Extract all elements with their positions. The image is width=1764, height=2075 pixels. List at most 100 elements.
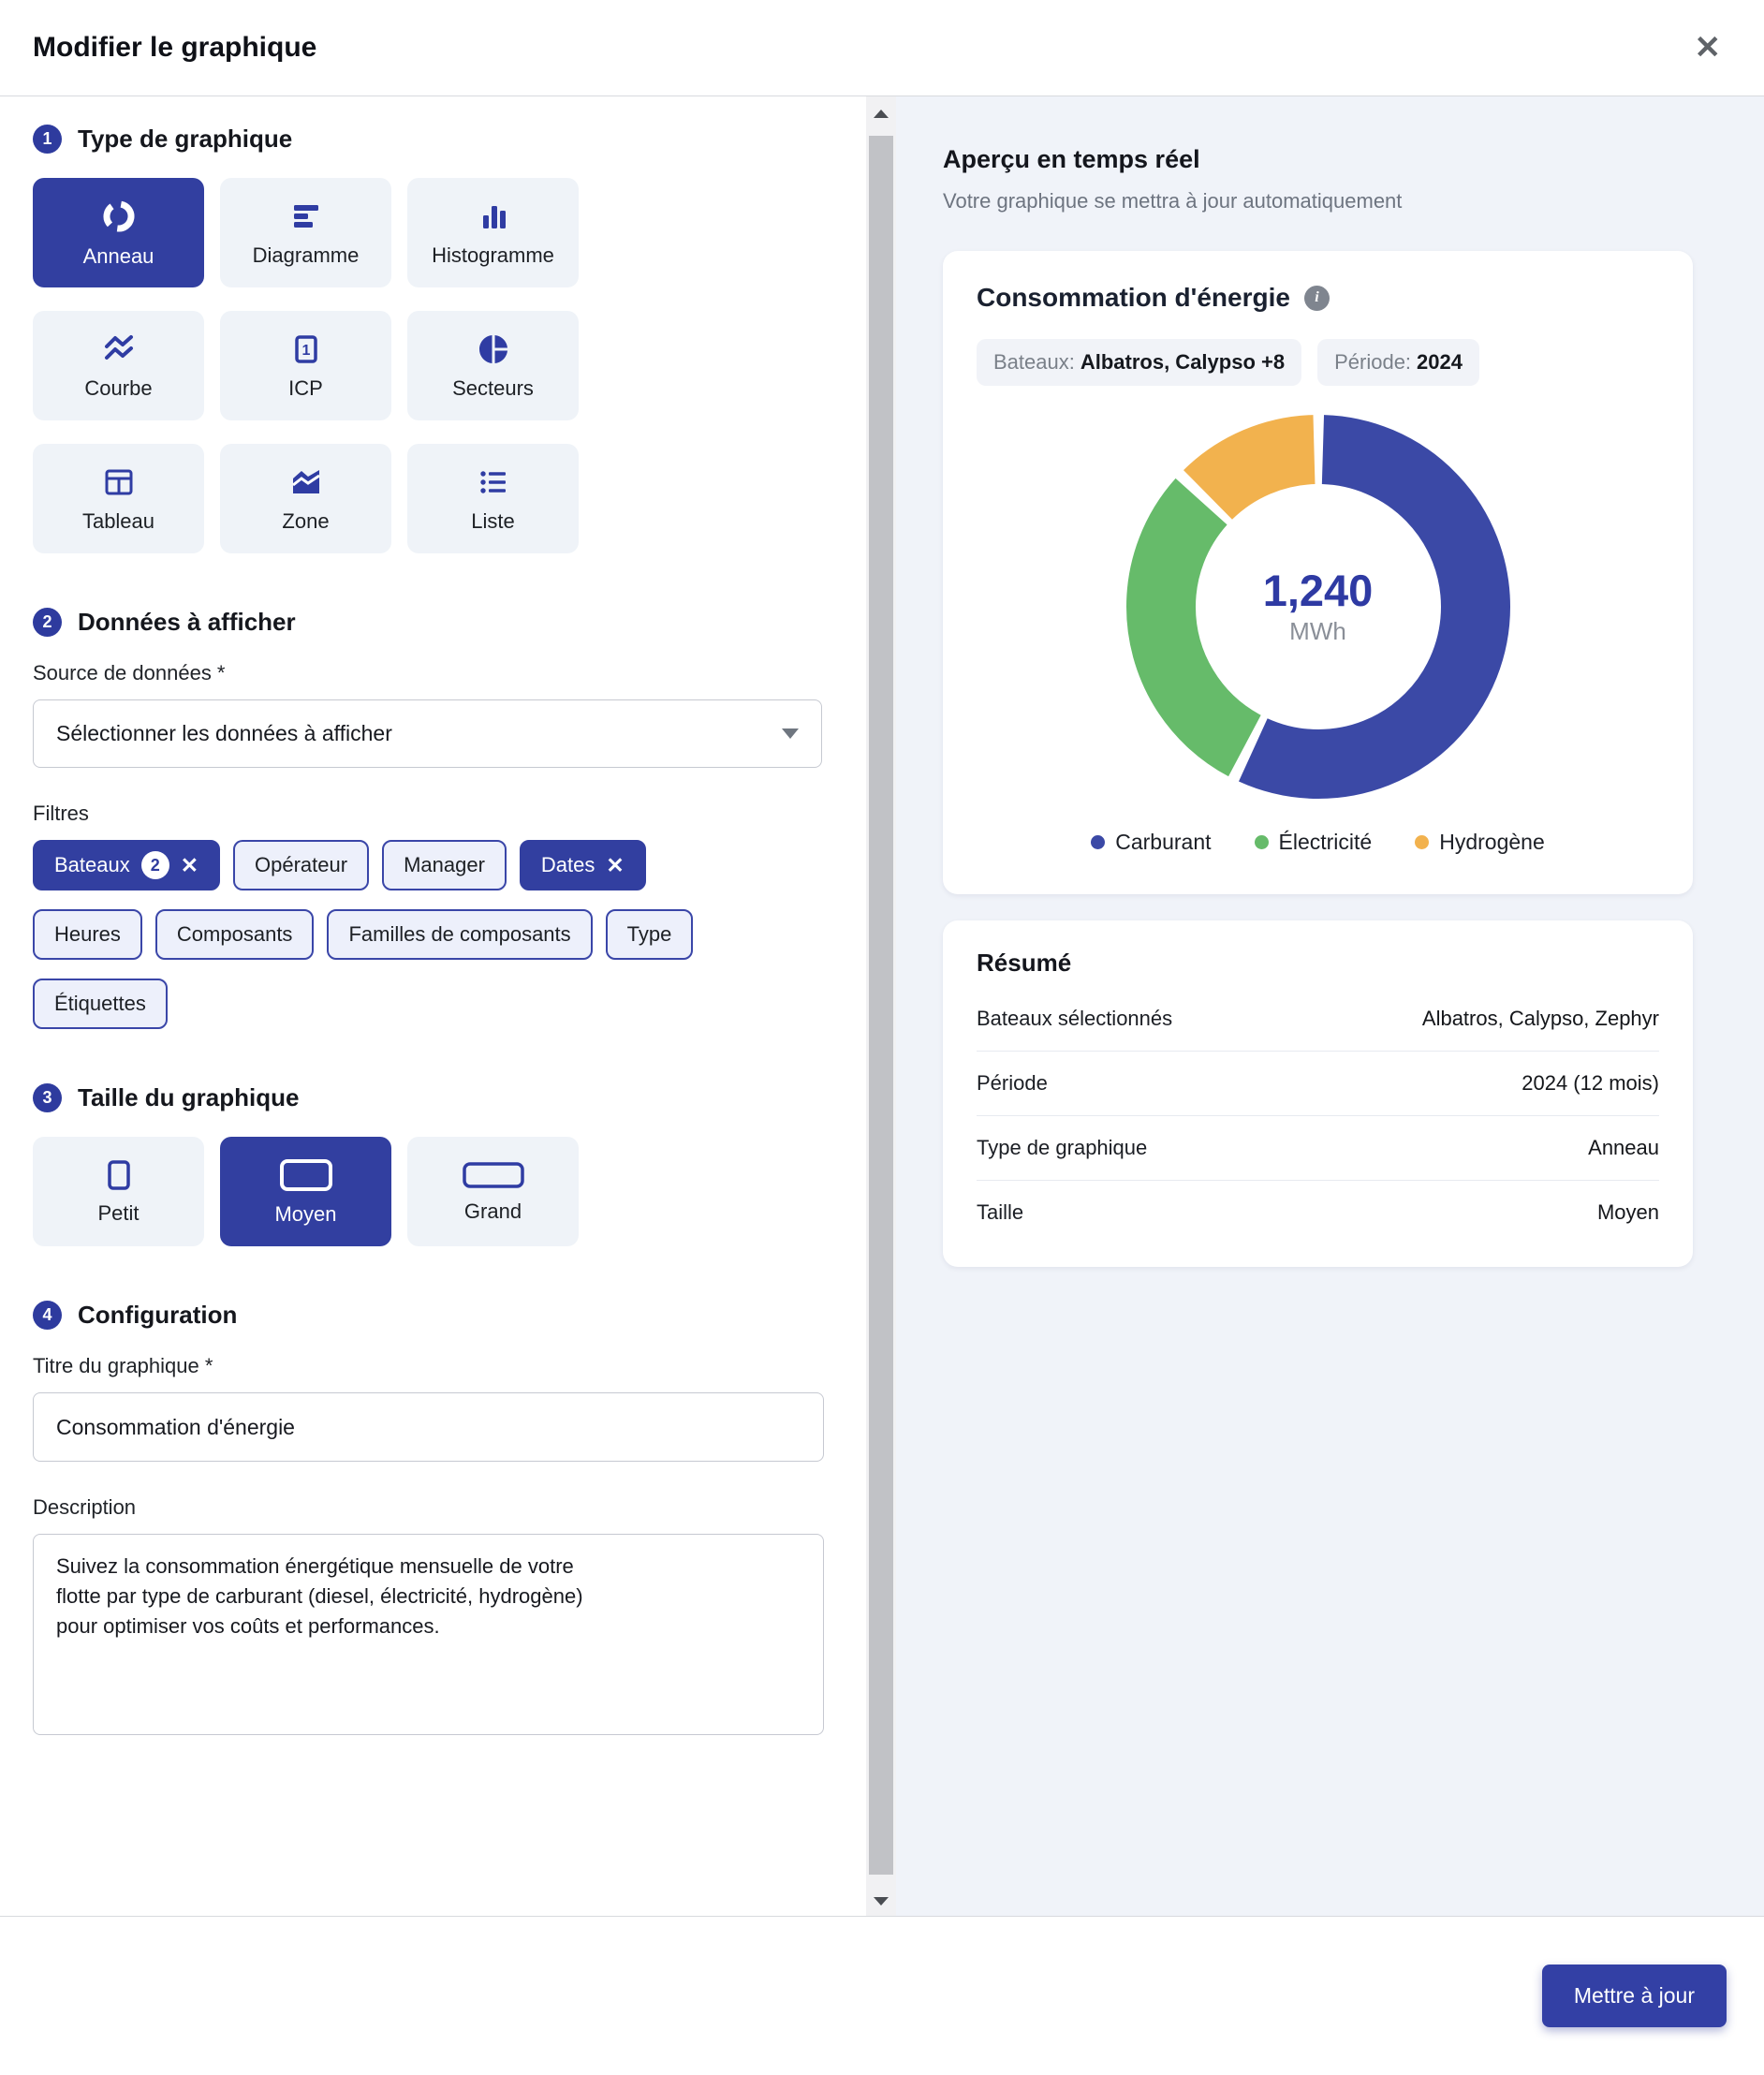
summary-value: Anneau: [1588, 1136, 1659, 1160]
period-chip-label: Période:: [1334, 350, 1411, 374]
filter-chip-manager[interactable]: Manager: [382, 840, 507, 890]
chart-type-tableau[interactable]: Tableau: [33, 444, 204, 553]
summary-label: Type de graphique: [977, 1136, 1147, 1160]
step-number-badge: 3: [33, 1083, 62, 1112]
step-number-badge: 1: [33, 125, 62, 154]
legend-dot: [1091, 835, 1105, 849]
chart-type-zone[interactable]: Zone: [220, 444, 391, 553]
boats-chip-label: Bateaux:: [993, 350, 1075, 374]
filter-chip-familles-de-composants[interactable]: Familles de composants: [327, 909, 592, 960]
filter-chip-label: Familles de composants: [348, 922, 570, 947]
preview-subtitle: Votre graphique se mettra à jour automat…: [943, 189, 1693, 213]
summary-value: Albatros, Calypso, Zephyr: [1422, 1007, 1659, 1031]
chart-preview-card: Consommation d'énergie i Bateaux:Albatro…: [943, 251, 1693, 894]
size-moyen[interactable]: Moyen: [220, 1137, 391, 1246]
dialog-header: Modifier le graphique ✕: [0, 0, 1764, 96]
section-title: Type de graphique: [78, 125, 292, 154]
chart-type-diagramme[interactable]: Diagramme: [220, 178, 391, 287]
section-size: 3 Taille du graphique Petit Moyen: [33, 1083, 822, 1246]
chart-title-input[interactable]: [33, 1392, 824, 1462]
section-configuration: 4 Configuration Titre du graphique * Des…: [33, 1301, 822, 1735]
period-chip: Période:2024: [1317, 339, 1479, 386]
chart-type-label: ICP: [288, 378, 323, 399]
remove-filter-icon[interactable]: ✕: [606, 855, 624, 876]
update-button[interactable]: Mettre à jour: [1542, 1965, 1727, 2027]
filter-chip-composants[interactable]: Composants: [155, 909, 315, 960]
scrollbar[interactable]: [866, 96, 896, 1916]
summary-row-taille: Taille Moyen: [977, 1181, 1659, 1244]
step-number-badge: 4: [33, 1301, 62, 1330]
chart-type-label: Zone: [282, 511, 329, 532]
chart-title-label: Titre du graphique *: [33, 1354, 822, 1378]
legend-label: Carburant: [1115, 830, 1211, 855]
description-label: Description: [33, 1495, 822, 1520]
section-title: Données à afficher: [78, 608, 296, 637]
filter-chip-dates[interactable]: Dates ✕: [520, 840, 646, 890]
preview-panel: Aperçu en temps réel Votre graphique se …: [896, 96, 1764, 1916]
data-source-select[interactable]: Sélectionner les données à afficher: [33, 699, 822, 768]
svg-text:1: 1: [301, 343, 310, 359]
filter-chip-bateaux[interactable]: Bateaux 2 ✕: [33, 840, 220, 890]
donut-chart-wrap: 1,240 MWh: [1120, 408, 1517, 805]
filter-chip-label: Bateaux: [54, 853, 130, 877]
legend-item-hydrogene: Hydrogène: [1415, 830, 1545, 855]
pie-chart-icon: [477, 332, 510, 366]
chart-type-label: Histogramme: [432, 245, 554, 266]
bar-chart-horizontal-icon: [289, 199, 323, 233]
scrollbar-thumb[interactable]: [869, 136, 893, 1875]
size-medium-icon: [279, 1158, 333, 1192]
filter-chip-label: Manager: [404, 853, 485, 877]
summary-row-periode: Période 2024 (12 mois): [977, 1052, 1659, 1116]
filter-chips: Bateaux 2 ✕ Opérateur Manager Dates ✕: [33, 840, 716, 1029]
chart-type-label: Anneau: [83, 246, 154, 267]
size-petit[interactable]: Petit: [33, 1137, 204, 1246]
summary-value: Moyen: [1597, 1200, 1659, 1225]
section-data: 2 Données à afficher Source de données *…: [33, 608, 822, 1029]
filter-chip-label: Type: [627, 922, 672, 947]
filter-chip-etiquettes[interactable]: Étiquettes: [33, 979, 168, 1029]
close-button[interactable]: ✕: [1691, 28, 1726, 67]
dialog-body: 1 Type de graphique Anneau Diag: [0, 96, 1764, 1916]
chart-type-label: Liste: [471, 511, 514, 532]
filter-chip-label: Étiquettes: [54, 992, 146, 1016]
list-icon: [477, 465, 510, 499]
description-textarea[interactable]: Suivez la consommation énergétique mensu…: [33, 1534, 824, 1735]
dialog-title: Modifier le graphique: [33, 32, 316, 64]
filter-chip-operateur[interactable]: Opérateur: [233, 840, 369, 890]
legend-label: Électricité: [1279, 830, 1373, 855]
legend-item-carburant: Carburant: [1091, 830, 1211, 855]
chart-type-icp[interactable]: 1 ICP: [220, 311, 391, 420]
chart-type-histogramme[interactable]: Histogramme: [407, 178, 579, 287]
boats-chip-value: Albatros, Calypso +8: [1080, 350, 1285, 374]
summary-label: Taille: [977, 1200, 1023, 1225]
chart-card-header: Consommation d'énergie i: [977, 283, 1659, 313]
filter-chip-type[interactable]: Type: [606, 909, 694, 960]
data-source-placeholder: Sélectionner les données à afficher: [56, 721, 392, 746]
chart-type-anneau[interactable]: Anneau: [33, 178, 204, 287]
chart-type-liste[interactable]: Liste: [407, 444, 579, 553]
chart-type-courbe[interactable]: Courbe: [33, 311, 204, 420]
chart-type-secteurs[interactable]: Secteurs: [407, 311, 579, 420]
size-small-icon: [108, 1159, 130, 1191]
chart-context-chips: Bateaux:Albatros, Calypso +8 Période:202…: [977, 339, 1659, 386]
filter-chip-heures[interactable]: Heures: [33, 909, 142, 960]
chart-card-title: Consommation d'énergie: [977, 283, 1290, 313]
summary-value: 2024 (12 mois): [1521, 1071, 1659, 1096]
summary-row-bateaux: Bateaux sélectionnés Albatros, Calypso, …: [977, 987, 1659, 1052]
dialog-footer: Mettre à jour: [0, 1916, 1764, 2075]
remove-filter-icon[interactable]: ✕: [181, 855, 198, 876]
table-icon: [102, 465, 136, 499]
section-heading: 4 Configuration: [33, 1301, 822, 1330]
summary-card: Résumé Bateaux sélectionnés Albatros, Ca…: [943, 920, 1693, 1267]
legend-item-electricite: Électricité: [1255, 830, 1373, 855]
filter-chip-label: Composants: [177, 922, 293, 947]
section-heading: 3 Taille du graphique: [33, 1083, 822, 1112]
section-heading: 1 Type de graphique: [33, 125, 822, 154]
line-chart-icon: [102, 332, 136, 366]
filter-chip-label: Heures: [54, 922, 121, 947]
area-chart-icon: [289, 465, 323, 499]
summary-row-type: Type de graphique Anneau: [977, 1116, 1659, 1181]
summary-title: Résumé: [977, 949, 1659, 978]
info-icon[interactable]: i: [1304, 286, 1330, 311]
size-grand[interactable]: Grand: [407, 1137, 579, 1246]
